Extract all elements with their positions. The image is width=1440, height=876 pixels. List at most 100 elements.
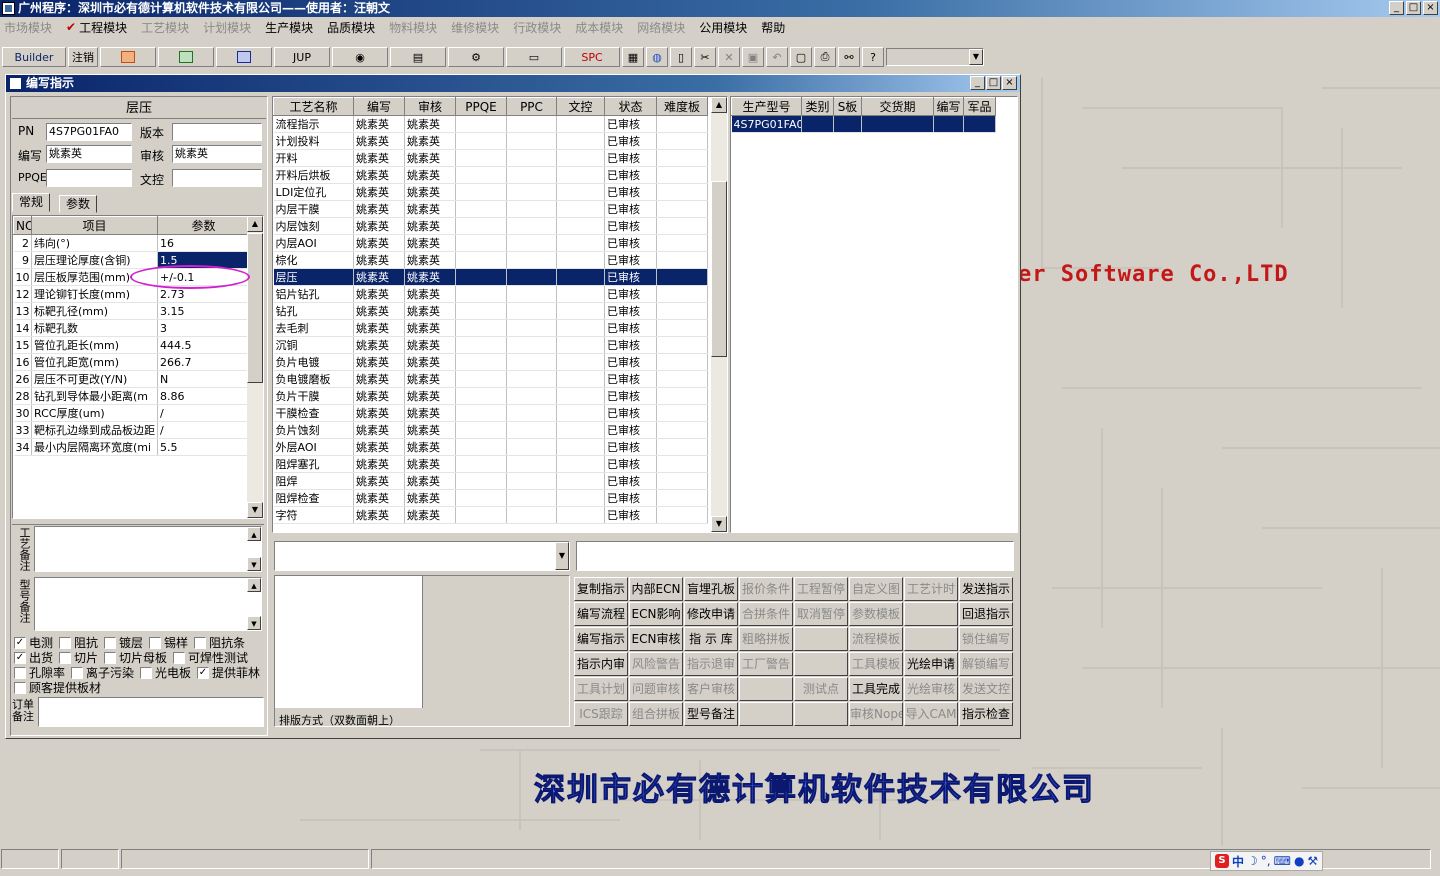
layout-chevron-down-icon[interactable]: ▼ [555,542,569,570]
model-header-2[interactable]: S板 [833,97,862,116]
tab-params[interactable]: 参数 [59,195,98,213]
process-row[interactable]: 内层干膜 姚素英 姚素英 已审核 [273,200,708,218]
scroll-thumb[interactable] [247,233,263,383]
action-button[interactable]: 取消暂停 [794,602,848,626]
menu-item-1[interactable]: 工程模块 [79,19,127,36]
model-scroll-up-icon[interactable]: ▲ [247,578,261,592]
action-button[interactable]: 型号备注 [684,702,738,726]
process-header-6[interactable]: 状态 [604,97,657,116]
process-header-5[interactable]: 文控 [556,97,605,116]
menu-item-10[interactable]: 网络模块 [637,19,685,36]
params-row[interactable]: 13 标靶孔径(mm) 3.15 [13,302,250,320]
action-button[interactable]: 发送指示 [959,577,1013,601]
action-button[interactable]: 组合拼板 [629,702,683,726]
process-header-1[interactable]: 编写 [353,97,405,116]
remark-scroll-down-icon[interactable]: ▼ [247,557,261,571]
action-button[interactable]: 解锁编写 [959,652,1013,676]
child-minimize-button[interactable]: _ [970,76,985,90]
process-row[interactable]: 阻焊塞孔 姚素英 姚素英 已审核 [273,455,708,473]
model-row[interactable]: 4S7PG01FA0 [731,115,996,133]
menu-item-0[interactable]: 市场模块 [4,19,52,36]
version-field[interactable] [172,123,262,141]
menu-item-11[interactable]: 公用模块 [699,19,747,36]
process-scrollbar[interactable]: ▲ ▼ [711,97,727,532]
action-button[interactable]: 指 示 库 [684,627,738,651]
process-row[interactable]: 阻焊 姚素英 姚素英 已审核 [273,472,708,490]
process-row[interactable]: 开料后烘板 姚素英 姚素英 已审核 [273,166,708,184]
toolbar-combo[interactable]: ▼ [886,48,984,66]
process-row[interactable]: 干膜检查 姚素英 姚素英 已审核 [273,404,708,422]
ppqe-field[interactable] [46,169,132,187]
params-row[interactable]: 26 层压不可更改(Y/N) N [13,370,250,388]
process-remark-field[interactable]: ▲ ▼ [34,526,262,572]
cut-button[interactable]: ✂ [694,47,716,67]
action-button[interactable]: 工具模板 [849,652,903,676]
action-button[interactable]: 盲埋孔板 [684,577,738,601]
menu-item-6[interactable]: 物料模块 [389,19,437,36]
model-header-3[interactable]: 交货期 [861,97,934,116]
database-button[interactable]: ▤ [390,47,446,67]
process-row[interactable]: 计划投料 姚素英 姚素英 已审核 [273,132,708,150]
globe-button[interactable]: ◍ [646,47,668,67]
action-button[interactable]: 修改申请 [684,602,738,626]
help-button[interactable]: ? [862,47,884,67]
process-row[interactable]: 负电镀磨板 姚素英 姚素英 已审核 [273,370,708,388]
checkbox[interactable] [104,636,117,649]
checkbox[interactable] [71,666,83,679]
action-button[interactable]: 自定义图 [849,577,903,601]
review-field[interactable]: 姚素英 [172,145,262,163]
model-header-5[interactable]: 军品 [963,97,996,116]
action-button[interactable]: 参数模板 [849,602,903,626]
save-button[interactable]: ▣ [742,47,764,67]
chevron-down-icon[interactable]: ▼ [969,49,983,65]
checkbox[interactable] [194,636,207,649]
params-row[interactable]: 28 钻孔到导体最小距离(m 8.86 [13,387,250,405]
checkbox[interactable] [173,651,186,664]
excel-button[interactable] [158,47,214,67]
process-header-0[interactable]: 工艺名称 [273,97,354,116]
pn-field[interactable]: 4S7PG01FA0 [46,123,132,141]
process-row[interactable]: 开料 姚素英 姚素英 已审核 [273,149,708,167]
eye-button[interactable]: ◉ [332,47,388,67]
checkbox[interactable] [149,636,162,649]
params-header-1[interactable]: 项目 [31,216,158,235]
action-button[interactable]: 光绘申请 [904,652,958,676]
menu-item-3[interactable]: 计划模块 [203,19,251,36]
process-row[interactable]: 负片电镀 姚素英 姚素英 已审核 [273,353,708,371]
scroll-up-icon[interactable]: ▲ [247,216,263,232]
undo-button[interactable]: ↶ [766,47,788,67]
word-button[interactable] [216,47,272,67]
ime-mode[interactable]: 中 [1232,853,1244,870]
computer-button[interactable]: ▭ [506,47,562,67]
model-header-1[interactable]: 类别 [801,97,834,116]
params-row[interactable]: 33 靶标孔边缘到成品板边距 / [13,421,250,439]
spc-button[interactable]: SPC [564,47,620,67]
checkbox[interactable]: ✓ [197,666,209,679]
process-header-7[interactable]: 难度板 [656,97,708,116]
action-button[interactable]: 合拼条件 [739,602,793,626]
action-button[interactable]: 内部ECN [629,577,683,601]
params-row[interactable]: 16 管位孔距宽(mm) 266.7 [13,353,250,371]
action-button[interactable]: 工具计划 [574,677,628,701]
action-button[interactable]: 回退指示 [959,602,1013,626]
process-row[interactable]: 棕化 姚素英 姚素英 已审核 [273,251,708,269]
menu-item-12[interactable]: 帮助 [761,19,785,36]
jup-button[interactable]: JUP [274,47,330,67]
model-header-0[interactable]: 生产型号 [731,97,802,116]
checkbox[interactable] [140,666,152,679]
process-row[interactable]: 层压 姚素英 姚素英 已审核 [273,268,708,286]
menu-item-5[interactable]: 品质模块 [327,19,375,36]
action-button[interactable]: 测试点 [794,677,848,701]
process-row[interactable]: 去毛刺 姚素英 姚素英 已审核 [273,319,708,337]
calendar-button[interactable]: ▦ [622,47,644,67]
params-row[interactable]: 14 标靶孔数 3 [13,319,250,337]
action-button[interactable]: 工厂警告 [739,652,793,676]
minimize-button[interactable]: _ [1389,1,1404,15]
process-header-3[interactable]: PPQE [455,97,507,116]
action-button[interactable]: 复制指示 [574,577,628,601]
close-button[interactable]: × [1423,1,1438,15]
process-row[interactable]: 沉铜 姚素英 姚素英 已审核 [273,336,708,354]
order-remark-field[interactable] [38,697,264,727]
params-row[interactable]: 12 理论铆钉长度(mm) 2.73 [13,285,250,303]
ime-toolbar[interactable]: S 中 ☽ °, ⌨ ● ⚒ [1210,851,1324,871]
